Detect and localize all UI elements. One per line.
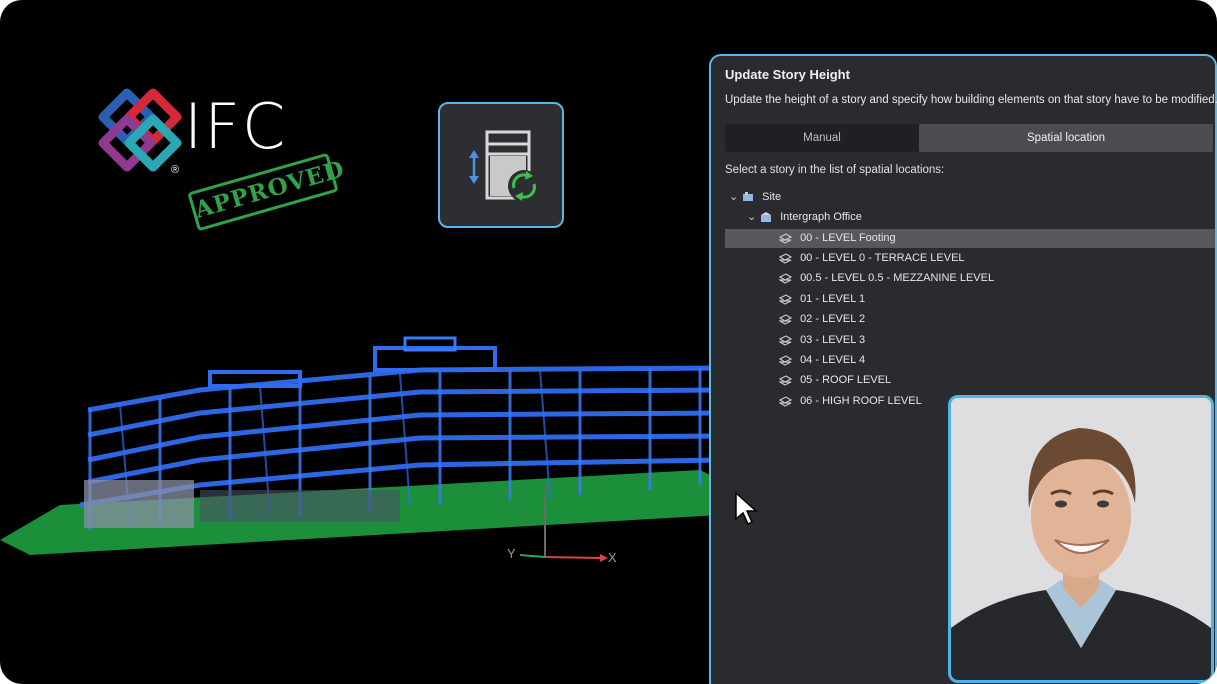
story-icon xyxy=(779,396,792,407)
site-icon xyxy=(743,192,754,202)
building-3d-model[interactable]: X Y Z xyxy=(0,300,720,600)
presenter-photo xyxy=(951,398,1211,680)
story-icon xyxy=(779,355,792,366)
tree-item-site[interactable]: ⌄ Site xyxy=(729,188,781,207)
story-icon xyxy=(779,314,792,325)
tree-item-label: 05 - ROOF LEVEL xyxy=(800,374,892,386)
tab-spatial-location[interactable]: Spatial location xyxy=(919,124,1213,152)
tree-item-label: 00.5 - LEVEL 0.5 - MEZZANINE LEVEL xyxy=(800,272,995,284)
tree-item-story[interactable]: 03 - LEVEL 3 xyxy=(779,331,865,350)
axis-z-label: Z xyxy=(543,484,550,496)
tree-item-label: 04 - LEVEL 4 xyxy=(800,354,866,366)
tree-item-label: 06 - HIGH ROOF LEVEL xyxy=(800,395,922,407)
dialog-title: Update Story Height xyxy=(725,67,850,82)
tree-item-story[interactable]: 00 - LEVEL Footing xyxy=(725,229,1215,248)
registered-mark: ® xyxy=(171,164,180,176)
tree-item-label: Site xyxy=(762,191,782,203)
tree-item-story[interactable]: 01 - LEVEL 1 xyxy=(779,290,865,309)
tree-item-label: 00 - LEVEL 0 - TERRACE LEVEL xyxy=(800,252,965,264)
axis-x-label: X xyxy=(608,550,617,565)
story-icon xyxy=(779,294,792,305)
tree-item-label: 02 - LEVEL 2 xyxy=(800,313,866,325)
tree-item-story[interactable]: 04 - LEVEL 4 xyxy=(779,351,865,370)
dialog-description: Update the height of a story and specify… xyxy=(725,94,1217,106)
tree-item-label: 00 - LEVEL Footing xyxy=(800,232,896,244)
tree-item-story[interactable]: 00 - LEVEL 0 - TERRACE LEVEL xyxy=(779,249,965,268)
chevron-down-icon[interactable]: ⌄ xyxy=(747,208,757,227)
story-icon xyxy=(779,253,792,264)
story-icon xyxy=(779,273,792,284)
tree-item-label: 03 - LEVEL 3 xyxy=(800,334,866,346)
tree-item-story[interactable]: 05 - ROOF LEVEL xyxy=(779,371,891,390)
building-icon xyxy=(761,212,772,223)
tree-item-story[interactable]: 02 - LEVEL 2 xyxy=(779,310,865,329)
tree-prompt: Select a story in the list of spatial lo… xyxy=(725,164,945,176)
mouse-pointer-icon xyxy=(735,491,758,526)
story-icon xyxy=(779,375,792,386)
chevron-down-icon[interactable]: ⌄ xyxy=(729,188,739,207)
tree-item-story[interactable]: 06 - HIGH ROOF LEVEL xyxy=(779,392,922,411)
story-icon xyxy=(779,335,792,346)
axis-y-label: Y xyxy=(507,546,516,561)
tree-item-label: Intergraph Office xyxy=(780,211,862,223)
tree-item-story[interactable]: 00.5 - LEVEL 0.5 - MEZZANINE LEVEL xyxy=(779,269,994,288)
presenter-webcam xyxy=(948,395,1214,683)
story-icon xyxy=(779,233,792,244)
tree-item-label: 01 - LEVEL 1 xyxy=(800,293,866,305)
update-story-height-icon xyxy=(469,130,540,202)
video-frame: IFC ® APPROVED X Y Z Update Story Height… xyxy=(0,0,1217,684)
ifc-logo-text: IFC xyxy=(184,90,288,163)
tree-item-building[interactable]: ⌄ Intergraph Office xyxy=(747,208,862,227)
mode-tabs: Manual Spatial location xyxy=(725,124,1213,152)
update-story-height-tool[interactable] xyxy=(438,102,564,228)
tab-manual[interactable]: Manual xyxy=(725,124,919,152)
